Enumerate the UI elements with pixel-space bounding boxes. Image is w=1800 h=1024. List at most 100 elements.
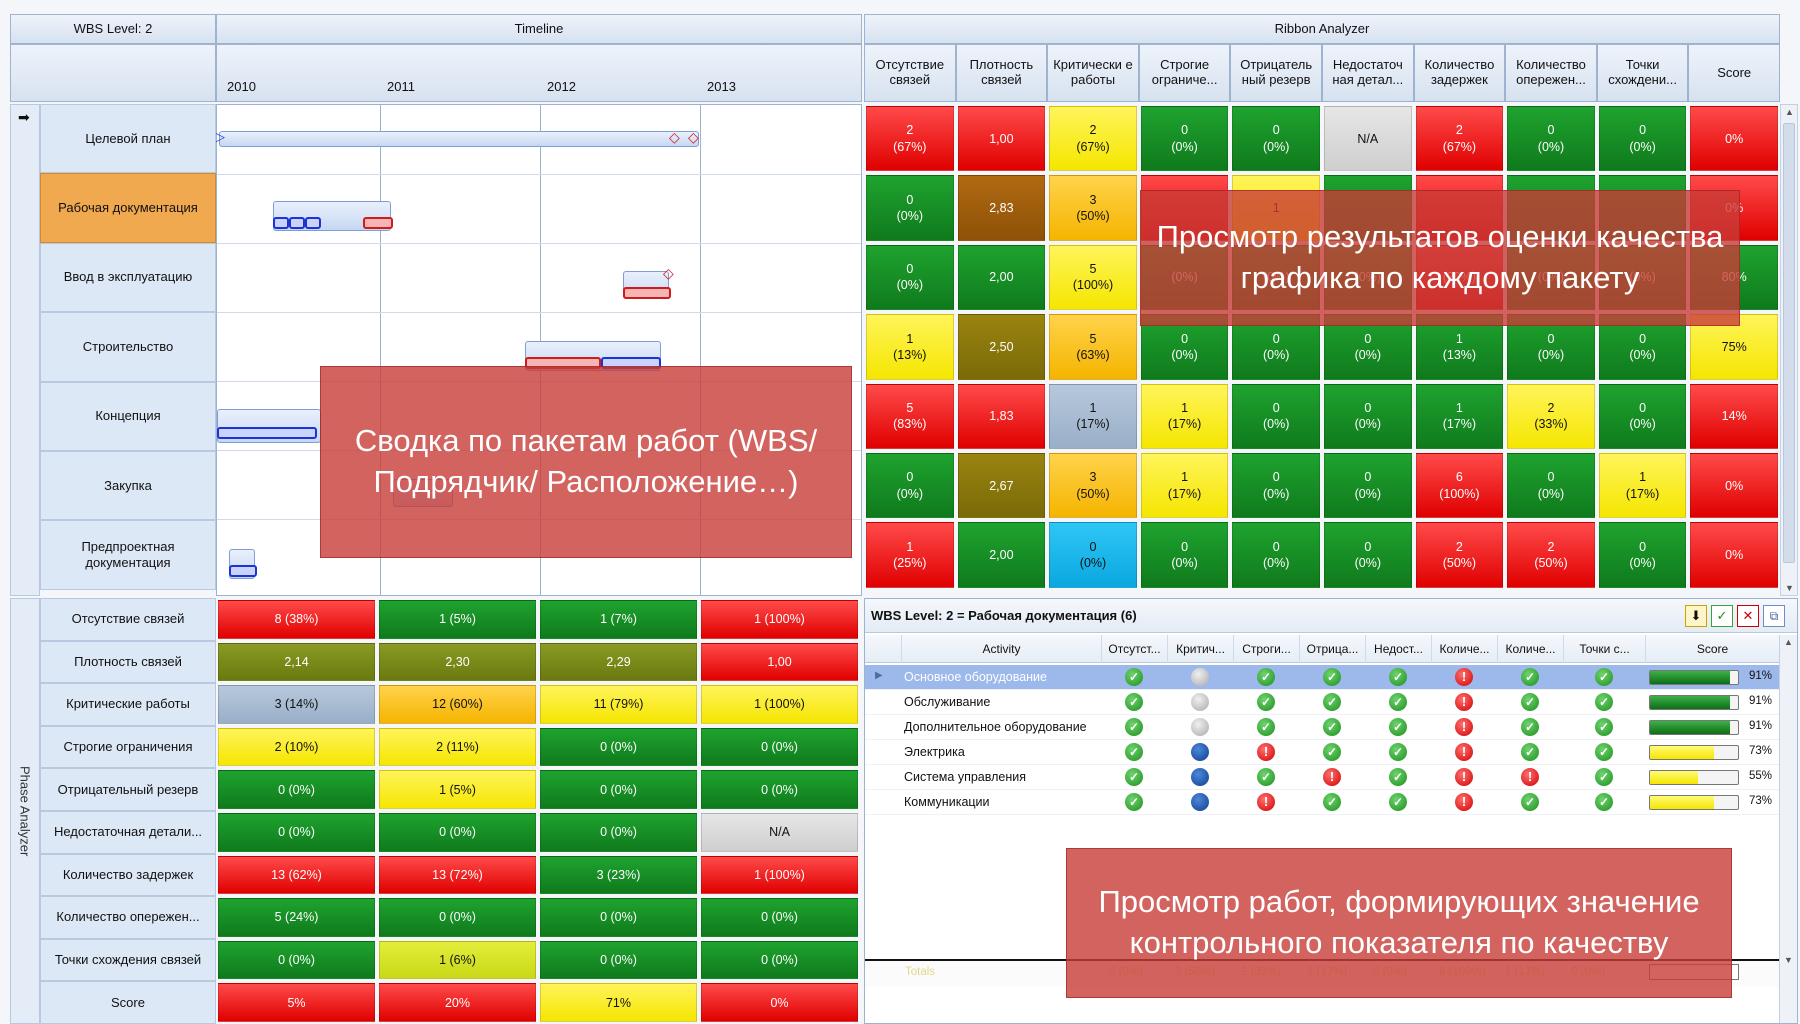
phase-row-label[interactable]: Количество задержек	[40, 853, 216, 897]
ribbon-cell[interactable]: 0 (0%)	[1598, 383, 1687, 449]
phase-cell[interactable]: 0 (0%)	[218, 813, 375, 852]
detail-column-header[interactable]: Отсутст...	[1101, 635, 1167, 663]
ribbon-cell[interactable]: 1 (17%)	[1140, 383, 1229, 449]
ribbon-column-header[interactable]: Score	[1688, 44, 1780, 102]
phase-cell[interactable]: 0 (0%)	[218, 770, 375, 809]
ribbon-cell[interactable]: 14%	[1690, 383, 1778, 449]
phase-cell[interactable]: 0%	[701, 983, 858, 1022]
wbs-row-label[interactable]: Рабочая документация	[40, 173, 216, 243]
wbs-row-label[interactable]: Целевой план	[40, 104, 216, 174]
ribbon-cell[interactable]: 2,67	[957, 453, 1046, 519]
close-icon[interactable]: ✕	[1737, 605, 1759, 627]
phase-row-label[interactable]: Критические работы	[40, 683, 216, 726]
ribbon-cell[interactable]: 1 (17%)	[1049, 383, 1137, 449]
copy-icon[interactable]: ⧉	[1763, 605, 1785, 627]
detail-column-header[interactable]: Строги...	[1233, 635, 1299, 663]
phase-cell[interactable]: 2 (11%)	[379, 727, 536, 767]
ribbon-cell[interactable]: 2 (50%)	[1507, 522, 1595, 588]
detail-column-header[interactable]: Отрица...	[1299, 635, 1365, 663]
phase-cell[interactable]: 1 (5%)	[379, 770, 536, 809]
ribbon-cell[interactable]: 0 (0%)	[1324, 522, 1412, 588]
ribbon-cell[interactable]: 0 (0%)	[1598, 522, 1687, 588]
ribbon-cell[interactable]: 0 (0%)	[1049, 522, 1137, 588]
scroll-down-icon[interactable]: ▼	[1784, 955, 1793, 965]
ribbon-cell[interactable]: 1 (25%)	[866, 522, 954, 588]
ribbon-cell[interactable]: 0 (0%)	[1598, 106, 1687, 172]
phase-cell[interactable]: 3 (14%)	[218, 685, 375, 724]
phase-cell[interactable]: 1 (5%)	[379, 600, 536, 639]
phase-row-label[interactable]: Строгие ограничения	[40, 725, 216, 769]
expand-arrow-icon[interactable]: ➡	[18, 109, 30, 126]
phase-cell[interactable]: 0 (0%)	[540, 770, 697, 809]
detail-column-header[interactable]: Количе...	[1431, 635, 1497, 663]
detail-column-header[interactable]: Score	[1645, 635, 1779, 663]
scroll-thumb[interactable]	[1783, 123, 1795, 563]
phase-cell[interactable]: 5%	[218, 983, 375, 1022]
ribbon-cell[interactable]: 0 (0%)	[866, 453, 954, 519]
ribbon-cell[interactable]: 5 (100%)	[1049, 244, 1137, 311]
phase-cell[interactable]: 1,00	[701, 642, 858, 682]
phase-cell[interactable]: 0 (0%)	[540, 898, 697, 937]
ribbon-cell[interactable]: 1 (17%)	[1598, 453, 1687, 519]
scroll-up-icon[interactable]: ▲	[1785, 107, 1794, 117]
phase-cell[interactable]: 13 (72%)	[379, 855, 536, 895]
ribbon-cell[interactable]: 6 (100%)	[1415, 453, 1504, 519]
ribbon-cell[interactable]: N/A	[1324, 106, 1412, 172]
ribbon-column-header[interactable]: Плотность связей	[955, 44, 1048, 102]
detail-column-header[interactable]: Activity	[901, 635, 1101, 663]
wbs-row-label[interactable]: Ввод в эксплуатацию	[40, 242, 216, 313]
phase-row-label[interactable]: Отрицательный резерв	[40, 768, 216, 811]
ribbon-cell[interactable]: 2 (67%)	[1049, 106, 1137, 172]
ribbon-cell[interactable]: 2,50	[957, 314, 1046, 380]
ribbon-column-header[interactable]: Отсутствие связей	[864, 44, 956, 102]
wbs-row-label[interactable]: Строительство	[40, 312, 216, 382]
phase-cell[interactable]: 3 (23%)	[540, 855, 697, 895]
ribbon-cell[interactable]: 5 (83%)	[866, 383, 954, 449]
phase-row-label[interactable]: Точки схождения связей	[40, 938, 216, 982]
phase-cell[interactable]: 2,30	[379, 642, 536, 682]
phase-row-label[interactable]: Недостаточная детали...	[40, 811, 216, 854]
ribbon-cell[interactable]: 0 (0%)	[1324, 383, 1412, 449]
ribbon-cell[interactable]: 0 (0%)	[1507, 106, 1595, 172]
ribbon-scrollbar[interactable]: ▲ ▼	[1780, 104, 1798, 596]
phase-row-label[interactable]: Отсутствие связей	[40, 598, 216, 641]
ribbon-cell[interactable]: 0 (0%)	[1232, 453, 1320, 519]
ribbon-cell[interactable]: 2 (67%)	[866, 106, 954, 172]
phase-cell[interactable]: 0 (0%)	[218, 940, 375, 980]
phase-row-label[interactable]: Количество опережен...	[40, 896, 216, 939]
phase-cell[interactable]: 1 (100%)	[701, 685, 858, 724]
wbs-level-header[interactable]: WBS Level: 2	[10, 14, 216, 44]
ribbon-cell[interactable]: 0%	[1690, 453, 1778, 519]
ribbon-cell[interactable]: 2 (50%)	[1415, 522, 1504, 588]
ribbon-cell[interactable]: 1,83	[957, 383, 1046, 449]
detail-scrollbar[interactable]: ▲ ▼	[1779, 635, 1797, 1023]
phase-cell[interactable]: 2,29	[540, 642, 697, 682]
ribbon-cell[interactable]: 3 (50%)	[1049, 453, 1137, 519]
export-icon[interactable]: ⬇	[1685, 605, 1707, 627]
phase-cell[interactable]: 0 (0%)	[701, 770, 858, 809]
phase-row-label[interactable]: Плотность связей	[40, 640, 216, 684]
ribbon-cell[interactable]: 0 (0%)	[866, 175, 954, 241]
phase-cell[interactable]: 2 (10%)	[218, 727, 375, 767]
phase-cell[interactable]: 1 (7%)	[540, 600, 697, 639]
ribbon-cell[interactable]: 0%	[1690, 522, 1778, 588]
detail-column-header[interactable]: Количе...	[1497, 635, 1563, 663]
wbs-row-label[interactable]: Предпроектная документация	[40, 520, 216, 590]
ribbon-cell[interactable]: 0 (0%)	[1140, 106, 1229, 172]
ribbon-cell[interactable]: 5 (63%)	[1049, 314, 1137, 380]
ribbon-column-header[interactable]: Количество задержек	[1413, 44, 1506, 102]
phase-cell[interactable]: 0 (0%)	[701, 898, 858, 937]
ribbon-cell[interactable]: 0 (0%)	[1232, 106, 1320, 172]
phase-cell[interactable]: 1 (100%)	[701, 855, 858, 895]
ribbon-column-header[interactable]: Недостаточ ная детал...	[1322, 44, 1414, 102]
ribbon-cell[interactable]: 2,00	[957, 522, 1046, 588]
phase-cell[interactable]: 1 (100%)	[701, 600, 858, 639]
detail-column-header[interactable]: Точки с...	[1563, 635, 1645, 663]
phase-cell[interactable]: 20%	[379, 983, 536, 1022]
ribbon-cell[interactable]: 2,83	[957, 175, 1046, 241]
phase-cell[interactable]: 12 (60%)	[379, 685, 536, 724]
phase-cell[interactable]: N/A	[701, 813, 858, 852]
phase-cell[interactable]: 0 (0%)	[540, 813, 697, 852]
ribbon-column-header[interactable]: Точки схождени...	[1596, 44, 1689, 102]
ribbon-cell[interactable]: 0 (0%)	[1140, 522, 1229, 588]
